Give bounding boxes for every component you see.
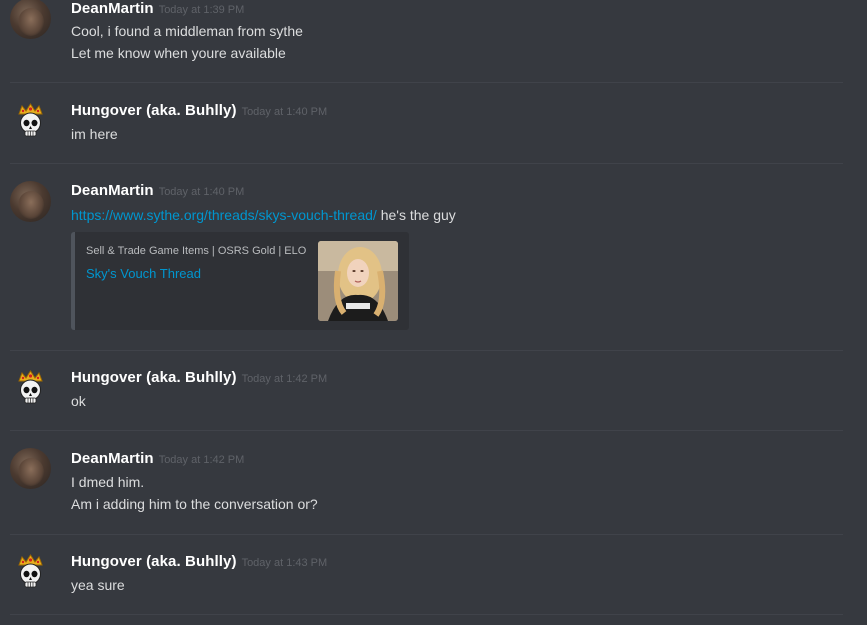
message-text-suffix: he's the guy xyxy=(376,207,456,223)
timestamp: Today at 1:43 PM xyxy=(241,557,328,569)
message-header: Hungover (aka. Buhlly) Today at 1:43 PM xyxy=(71,553,327,571)
username[interactable]: DeanMartin xyxy=(71,450,154,467)
skull-crown-avatar[interactable] xyxy=(10,551,51,592)
message-text: yea sure xyxy=(71,577,125,593)
message-header: DeanMartin Today at 1:39 PM xyxy=(71,0,244,18)
thread-link[interactable]: https://www.sythe.org/threads/skys-vouch… xyxy=(71,207,377,223)
user-avatar[interactable] xyxy=(10,448,51,489)
timestamp: Today at 1:42 PM xyxy=(158,454,245,466)
message-text: https://www.sythe.org/threads/skys-vouch… xyxy=(71,207,456,223)
message-text: I dmed him. xyxy=(71,474,145,490)
username[interactable]: Hungover (aka. Buhlly) xyxy=(71,369,237,386)
message-text: Am i adding him to the conversation or? xyxy=(71,496,318,512)
embed-title-link[interactable]: Sky's Vouch Thread xyxy=(86,266,201,281)
timestamp: Today at 1:42 PM xyxy=(241,373,328,385)
message-divider xyxy=(10,163,843,164)
message-divider xyxy=(10,534,843,535)
skull-crown-icon xyxy=(18,103,43,137)
message-text: Let me know when youre available xyxy=(71,45,286,61)
skull-crown-icon xyxy=(18,370,43,404)
message-text: ok xyxy=(71,393,86,409)
username[interactable]: Hungover (aka. Buhlly) xyxy=(71,553,237,570)
timestamp: Today at 1:40 PM xyxy=(241,106,328,118)
username[interactable]: Hungover (aka. Buhlly) xyxy=(71,102,237,119)
thumbnail-image xyxy=(318,241,398,321)
message-divider xyxy=(10,614,843,615)
username[interactable]: DeanMartin xyxy=(71,182,154,199)
username[interactable]: DeanMartin xyxy=(71,0,154,17)
user-avatar[interactable] xyxy=(10,0,51,39)
embed-thumbnail[interactable] xyxy=(318,241,398,321)
embed-provider: Sell & Trade Game Items | OSRS Gold | EL… xyxy=(86,245,307,257)
link-embed: Sell & Trade Game Items | OSRS Gold | EL… xyxy=(71,232,409,330)
message-text: Cool, i found a middleman from sythe xyxy=(71,23,303,39)
message-text: im here xyxy=(71,126,118,142)
message-divider xyxy=(10,82,843,83)
message-header: DeanMartin Today at 1:42 PM xyxy=(71,450,244,468)
user-avatar[interactable] xyxy=(10,181,51,222)
timestamp: Today at 1:39 PM xyxy=(158,4,245,16)
skull-crown-avatar[interactable] xyxy=(10,367,51,408)
message-header: Hungover (aka. Buhlly) Today at 1:42 PM xyxy=(71,369,327,387)
skull-crown-icon xyxy=(18,554,43,588)
message-header: Hungover (aka. Buhlly) Today at 1:40 PM xyxy=(71,102,327,120)
message-divider xyxy=(10,430,843,431)
message-header: DeanMartin Today at 1:40 PM xyxy=(71,182,244,200)
timestamp: Today at 1:40 PM xyxy=(158,186,245,198)
skull-crown-avatar[interactable] xyxy=(10,100,51,141)
message-divider xyxy=(10,350,843,351)
